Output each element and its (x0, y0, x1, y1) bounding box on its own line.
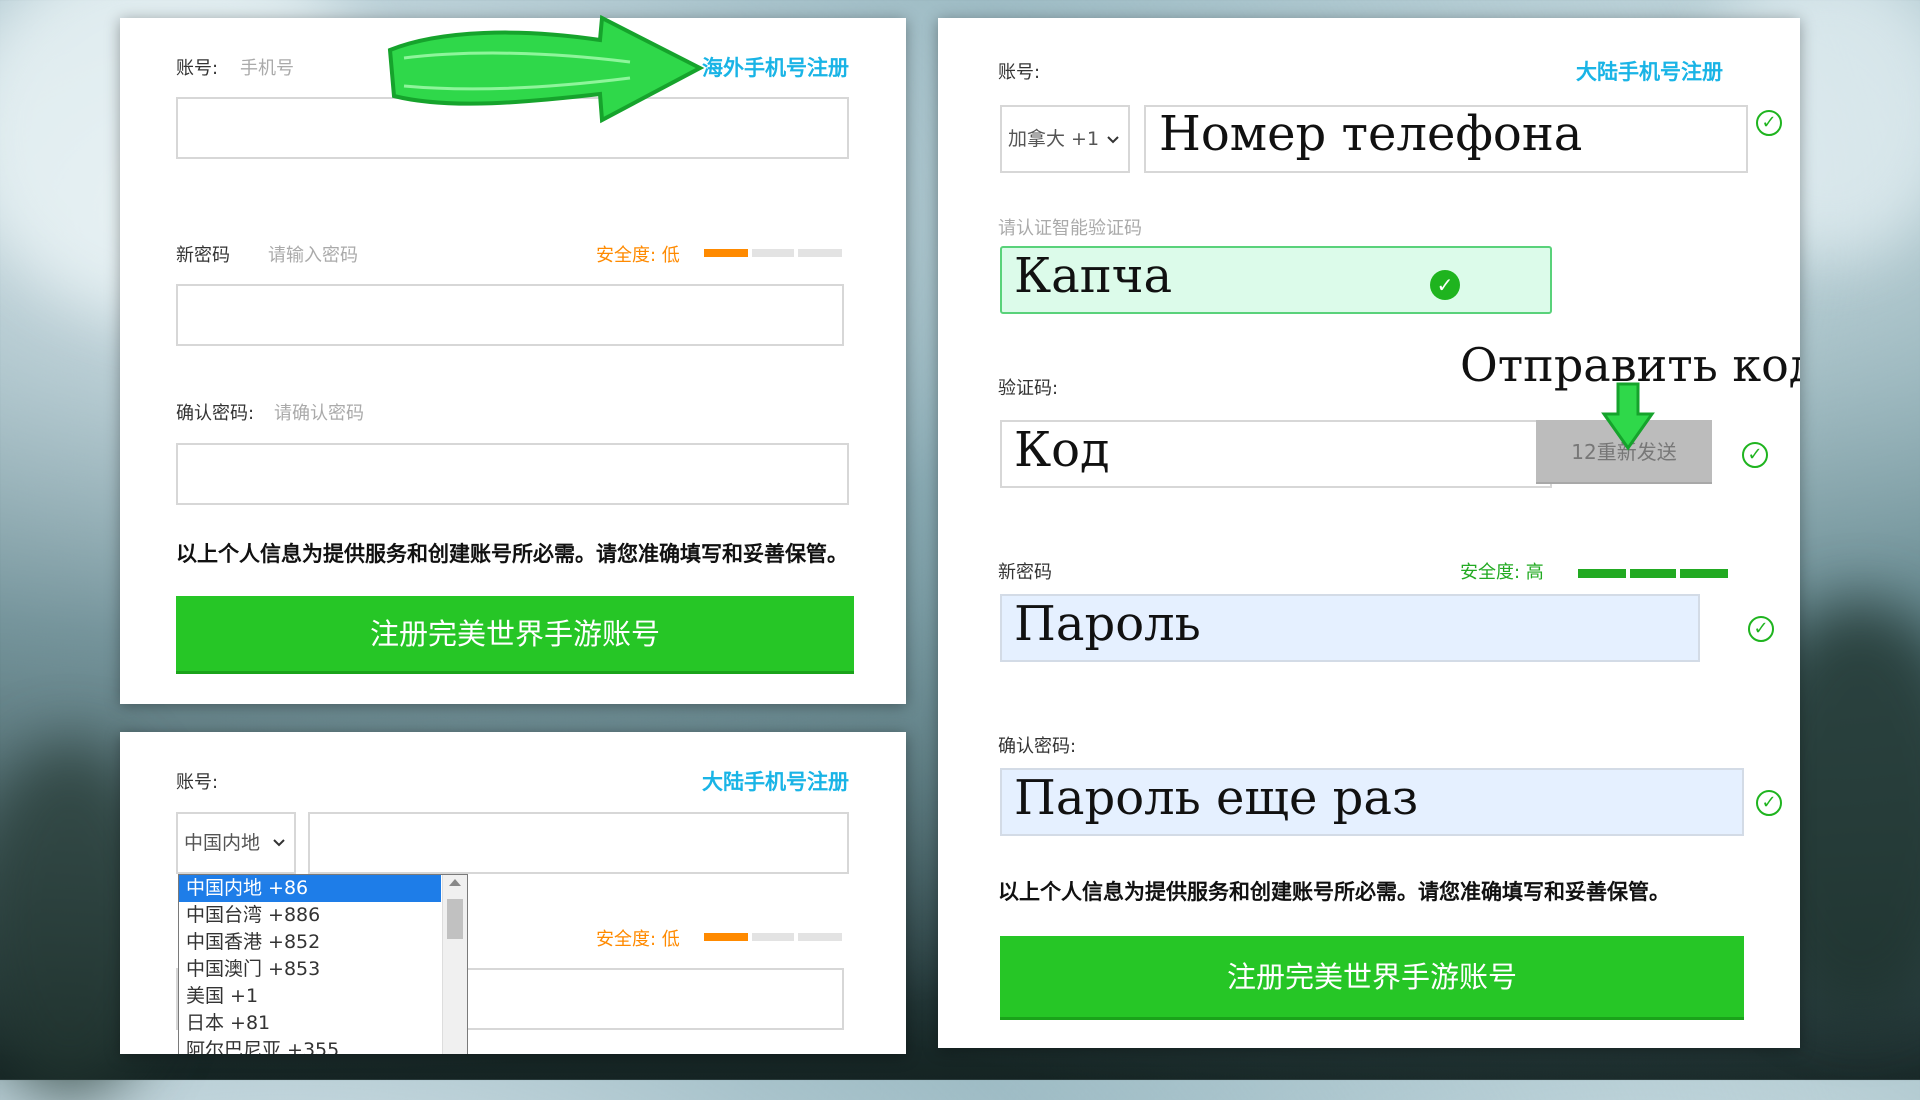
account-label: 账号: (176, 772, 219, 793)
region-option[interactable]: 美国 +1 (179, 983, 441, 1010)
down-arrow-icon (1601, 382, 1655, 451)
register-button[interactable]: 注册完美世界手游账号 (176, 596, 854, 674)
strength-bar-2 (1630, 569, 1676, 578)
country-code-select[interactable]: 加拿大 +1 (1000, 105, 1130, 173)
region-option[interactable]: 中国台湾 +886 (179, 902, 441, 929)
country-code-value: 加拿大 +1 (1008, 128, 1100, 150)
password-overlay-label: Пароль (1014, 596, 1201, 652)
mainland-phone-link[interactable]: 大陆手机号注册 (702, 766, 849, 796)
privacy-note: 以上个人信息为提供服务和创建账号所必需。请您准确填写和妥善保管。 (998, 880, 1670, 904)
code-label: 验证码: (998, 378, 1059, 399)
captcha-label: 请认证智能验证码 (998, 218, 1142, 239)
account-label: 账号: (176, 58, 219, 79)
register-button[interactable]: 注册完美世界手游账号 (1000, 936, 1744, 1020)
strength-bar-3 (798, 933, 842, 941)
phone-input[interactable] (308, 812, 849, 874)
annotation-arrow-icon (387, 14, 705, 124)
scrollbar-thumb[interactable] (447, 899, 463, 939)
scroll-up-icon[interactable] (449, 879, 461, 886)
strength-bar-1 (704, 933, 748, 941)
confirm-overlay-label: Пароль еще раз (1014, 770, 1419, 826)
captcha-overlay-label: Капча (1014, 248, 1173, 304)
overseas-phone-link[interactable]: 海外手机号注册 (702, 52, 849, 82)
dropdown-scrollbar[interactable] (442, 875, 467, 1054)
strength-bar-2 (752, 933, 794, 941)
strength-bar-3 (798, 249, 842, 257)
chevron-down-icon (1107, 136, 1119, 144)
strength-bar-1 (1578, 569, 1626, 578)
region-select-value: 中国内地 (184, 832, 261, 854)
phone-overlay-label: Номер телефона (1159, 106, 1583, 162)
strength-label: 安全度: 低 (596, 245, 680, 266)
account-label: 账号: (998, 62, 1041, 83)
new-password-input[interactable] (176, 284, 844, 346)
region-option[interactable]: 日本 +81 (179, 1010, 441, 1037)
check-filled-icon: ✓ (1430, 270, 1460, 300)
register-panel-annotated: 账号: 大陆手机号注册 加拿大 +1 Номер телефона ✓ 请认证智… (938, 18, 1800, 1048)
new-password-label: 新密码 (176, 245, 230, 266)
new-password-placeholder: 请输入密码 (268, 245, 358, 266)
region-option[interactable]: 中国内地 +86 (179, 875, 441, 902)
region-select[interactable]: 中国内地 (176, 812, 296, 874)
code-overlay-label: Код (1014, 422, 1110, 478)
confirm-password-input[interactable] (176, 443, 849, 505)
check-circle-icon: ✓ (1756, 790, 1782, 816)
account-placeholder: 手机号 (240, 58, 294, 79)
strength-label: 安全度: 高 (1460, 562, 1544, 583)
new-password-label: 新密码 (998, 562, 1052, 583)
strength-bar-3 (1680, 569, 1728, 578)
region-option[interactable]: 阿尔巴尼亚 +355 (179, 1037, 441, 1054)
check-circle-icon: ✓ (1742, 442, 1768, 468)
region-option[interactable]: 中国香港 +852 (179, 929, 441, 956)
register-panel-overseas: 账号: 大陆手机号注册 中国内地 安全度: 低 中国内地 +86 中国台湾 +8… (120, 732, 906, 1054)
strength-bar-2 (752, 249, 794, 257)
region-option[interactable]: 中国澳门 +853 (179, 956, 441, 983)
region-dropdown[interactable]: 中国内地 +86 中国台湾 +886 中国香港 +852 中国澳门 +853 美… (178, 874, 468, 1054)
privacy-note: 以上个人信息为提供服务和创建账号所必需。请您准确填写和妥善保管。 (176, 542, 848, 566)
confirm-password-label: 确认密码: (998, 736, 1077, 757)
confirm-password-label: 确认密码: (176, 403, 255, 424)
chevron-down-icon (273, 839, 285, 847)
mainland-phone-link[interactable]: 大陆手机号注册 (1576, 56, 1723, 86)
strength-label: 安全度: 低 (596, 929, 680, 950)
check-circle-icon: ✓ (1756, 110, 1782, 136)
strength-bar-1 (704, 249, 748, 257)
check-circle-icon: ✓ (1748, 616, 1774, 642)
confirm-password-placeholder: 请确认密码 (274, 403, 364, 424)
region-option-list: 中国内地 +86 中国台湾 +886 中国香港 +852 中国澳门 +853 美… (179, 875, 441, 1054)
